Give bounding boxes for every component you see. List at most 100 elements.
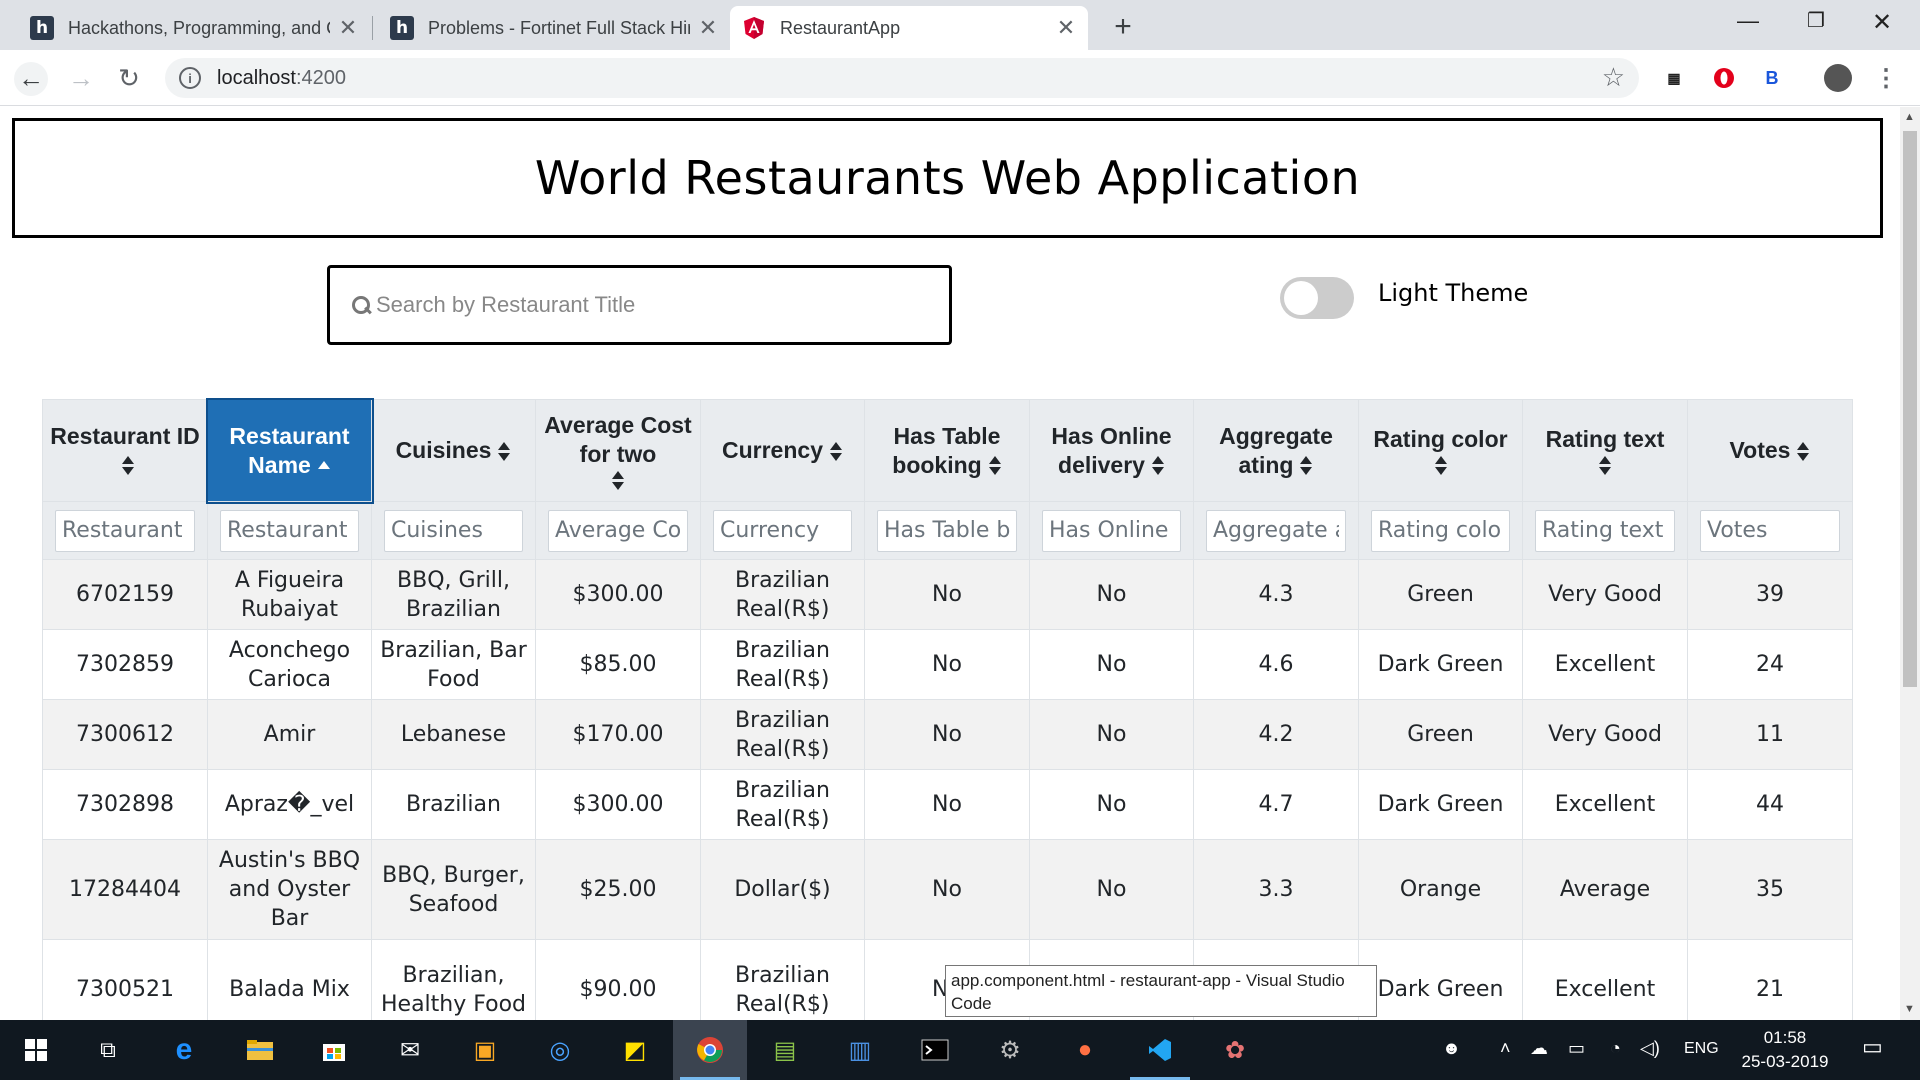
profile-avatar[interactable] bbox=[1824, 64, 1852, 92]
volume-icon[interactable]: ◁) bbox=[1640, 1038, 1660, 1059]
search-box[interactable] bbox=[327, 265, 952, 345]
onedrive-icon[interactable]: ☁ bbox=[1530, 1038, 1548, 1059]
terminal-icon[interactable] bbox=[915, 1030, 955, 1070]
scroll-up-icon[interactable]: ▲ bbox=[1904, 111, 1915, 123]
mail-icon[interactable]: ✉ bbox=[390, 1030, 430, 1070]
tab-restaurantapp[interactable]: RestaurantApp ✕ bbox=[730, 6, 1088, 50]
store-icon[interactable] bbox=[314, 1030, 354, 1070]
tab-title: RestaurantApp bbox=[780, 17, 901, 38]
back-button[interactable]: ← bbox=[14, 62, 48, 96]
menu-kebab-icon[interactable]: ⋮ bbox=[1872, 64, 1900, 92]
opera-icon[interactable] bbox=[1710, 64, 1738, 92]
scrollbar-thumb[interactable] bbox=[1903, 131, 1917, 687]
filter-average-cost-input[interactable] bbox=[548, 509, 688, 552]
close-tab-icon[interactable]: ✕ bbox=[338, 15, 358, 41]
scroll-down-icon[interactable]: ▼ bbox=[1904, 1003, 1915, 1015]
close-window-icon[interactable]: ✕ bbox=[1852, 8, 1912, 38]
filter-online-delivery-input[interactable] bbox=[1042, 509, 1181, 552]
minimize-icon[interactable]: — bbox=[1718, 8, 1778, 38]
table-cell: Apraz�_vel bbox=[207, 769, 372, 840]
sticky-notes-icon[interactable]: ◩ bbox=[615, 1030, 655, 1070]
table-cell: No bbox=[864, 559, 1030, 630]
bookmark-star-icon[interactable]: ☆ bbox=[1602, 62, 1625, 93]
battery-icon[interactable]: ▭ bbox=[1568, 1038, 1585, 1059]
column-header-average-cost[interactable]: Average Cost for two bbox=[535, 399, 701, 502]
table-cell: Amir bbox=[207, 699, 372, 770]
page-title: World Restaurants Web Application bbox=[534, 151, 1361, 205]
table-cell: Brazilian Real(R$) bbox=[700, 629, 865, 700]
close-tab-icon[interactable]: ✕ bbox=[698, 15, 718, 41]
settings-gear-icon[interactable]: ⚙ bbox=[990, 1030, 1030, 1070]
filter-cell bbox=[1522, 501, 1688, 560]
column-header-cuisines[interactable]: Cuisines bbox=[371, 399, 536, 502]
edge-icon[interactable]: e bbox=[164, 1030, 204, 1070]
column-header-currency[interactable]: Currency bbox=[700, 399, 865, 502]
wifi-icon[interactable]: ◔ bbox=[1610, 1038, 1621, 1059]
system-clock[interactable]: 01:58 25-03-2019 bbox=[1740, 1026, 1830, 1074]
chrome-icon[interactable] bbox=[690, 1030, 730, 1070]
column-header-restaurant-id[interactable]: Restaurant ID bbox=[42, 399, 208, 502]
show-hidden-icons[interactable]: ˄ bbox=[1500, 1038, 1511, 1059]
close-tab-icon[interactable]: ✕ bbox=[1056, 15, 1076, 41]
forward-button[interactable]: → bbox=[64, 62, 98, 96]
filter-currency-input[interactable] bbox=[713, 509, 852, 552]
filter-restaurant-name-input[interactable] bbox=[220, 509, 359, 552]
tab-title: Hackathons, Programming, and C bbox=[68, 17, 330, 38]
table-body: 6702159 A Figueira Rubaiyat BBQ, Grill, Br… bbox=[42, 559, 1853, 1020]
table-cell: $90.00 bbox=[535, 939, 701, 1020]
table-cell: Brazilian, Healthy Food bbox=[371, 939, 536, 1020]
document-icon[interactable]: ▥ bbox=[840, 1030, 880, 1070]
filter-aggregate-rating-input[interactable] bbox=[1206, 509, 1346, 552]
table-cell: Brazilian Real(R$) bbox=[700, 939, 865, 1020]
network-app-icon[interactable]: ◎ bbox=[540, 1030, 580, 1070]
new-tab-button[interactable]: + bbox=[1108, 10, 1138, 44]
toggle-knob[interactable] bbox=[1284, 281, 1318, 315]
column-header-table-booking[interactable]: Has Table booking bbox=[864, 399, 1030, 502]
filter-rating-color-input[interactable] bbox=[1371, 509, 1510, 552]
table-cell: No bbox=[1029, 769, 1194, 840]
filter-rating-text-input[interactable] bbox=[1535, 509, 1675, 552]
table-cell: $300.00 bbox=[535, 769, 701, 840]
angular-icon bbox=[742, 16, 766, 40]
search-input[interactable] bbox=[376, 292, 936, 318]
column-header-aggregate-rating[interactable]: Aggregate ating bbox=[1193, 399, 1359, 502]
extension-icon[interactable]: ▦ bbox=[1660, 64, 1688, 92]
language-indicator[interactable]: ENG bbox=[1684, 1040, 1719, 1058]
filter-votes-input[interactable] bbox=[1700, 509, 1840, 552]
paint-icon[interactable]: ✿ bbox=[1215, 1030, 1255, 1070]
tab-hackathons[interactable]: h Hackathons, Programming, and C ✕ bbox=[18, 6, 370, 50]
column-header-online-delivery[interactable]: Has Online delivery bbox=[1029, 399, 1194, 502]
restore-icon[interactable]: ❐ bbox=[1786, 8, 1846, 38]
restaurant-table: Restaurant ID Restaurant Name Cuisines A… bbox=[42, 397, 1853, 1020]
people-icon[interactable]: ☻ bbox=[1442, 1038, 1461, 1059]
image-editor-icon[interactable]: ▤ bbox=[765, 1030, 805, 1070]
filter-cuisines-input[interactable] bbox=[384, 509, 523, 552]
table-cell: No bbox=[1029, 629, 1194, 700]
notifications-icon[interactable]: ▭ bbox=[1862, 1034, 1883, 1060]
table-cell: 4.2 bbox=[1193, 699, 1359, 770]
page-scrollbar[interactable]: ▲ ▼ bbox=[1900, 107, 1920, 1020]
task-view-icon[interactable]: ⧉ bbox=[88, 1030, 128, 1070]
vscode-icon[interactable] bbox=[1140, 1030, 1180, 1070]
table-cell: No bbox=[864, 769, 1030, 840]
address-bar[interactable]: i localhost:4200 ☆ bbox=[165, 58, 1639, 98]
table-cell: Dark Green bbox=[1358, 769, 1523, 840]
column-header-restaurant-name[interactable]: Restaurant Name bbox=[205, 397, 374, 504]
table-cell: Green bbox=[1358, 699, 1523, 770]
table-cell: BBQ, Burger, Seafood bbox=[371, 839, 536, 940]
postman-icon[interactable]: ● bbox=[1065, 1030, 1105, 1070]
info-icon[interactable]: i bbox=[179, 67, 201, 89]
tab-problems[interactable]: h Problems - Fortinet Full Stack Hir ✕ bbox=[378, 6, 730, 50]
feedback-icon[interactable]: ▣ bbox=[465, 1030, 505, 1070]
column-header-rating-color[interactable]: Rating color bbox=[1358, 399, 1523, 502]
file-explorer-icon[interactable] bbox=[240, 1030, 280, 1070]
column-header-votes[interactable]: Votes bbox=[1687, 399, 1853, 502]
theme-toggle[interactable] bbox=[1280, 277, 1354, 319]
filter-restaurant-id-input[interactable] bbox=[55, 509, 195, 552]
extension-b-icon[interactable]: B bbox=[1758, 64, 1786, 92]
filter-table-booking-input[interactable] bbox=[877, 509, 1017, 552]
column-header-rating-text[interactable]: Rating text bbox=[1522, 399, 1688, 502]
windows-start-icon[interactable] bbox=[16, 1030, 56, 1070]
tab-strip: h Hackathons, Programming, and C ✕ h Pro… bbox=[0, 0, 1920, 50]
reload-button[interactable]: ↻ bbox=[112, 62, 146, 96]
